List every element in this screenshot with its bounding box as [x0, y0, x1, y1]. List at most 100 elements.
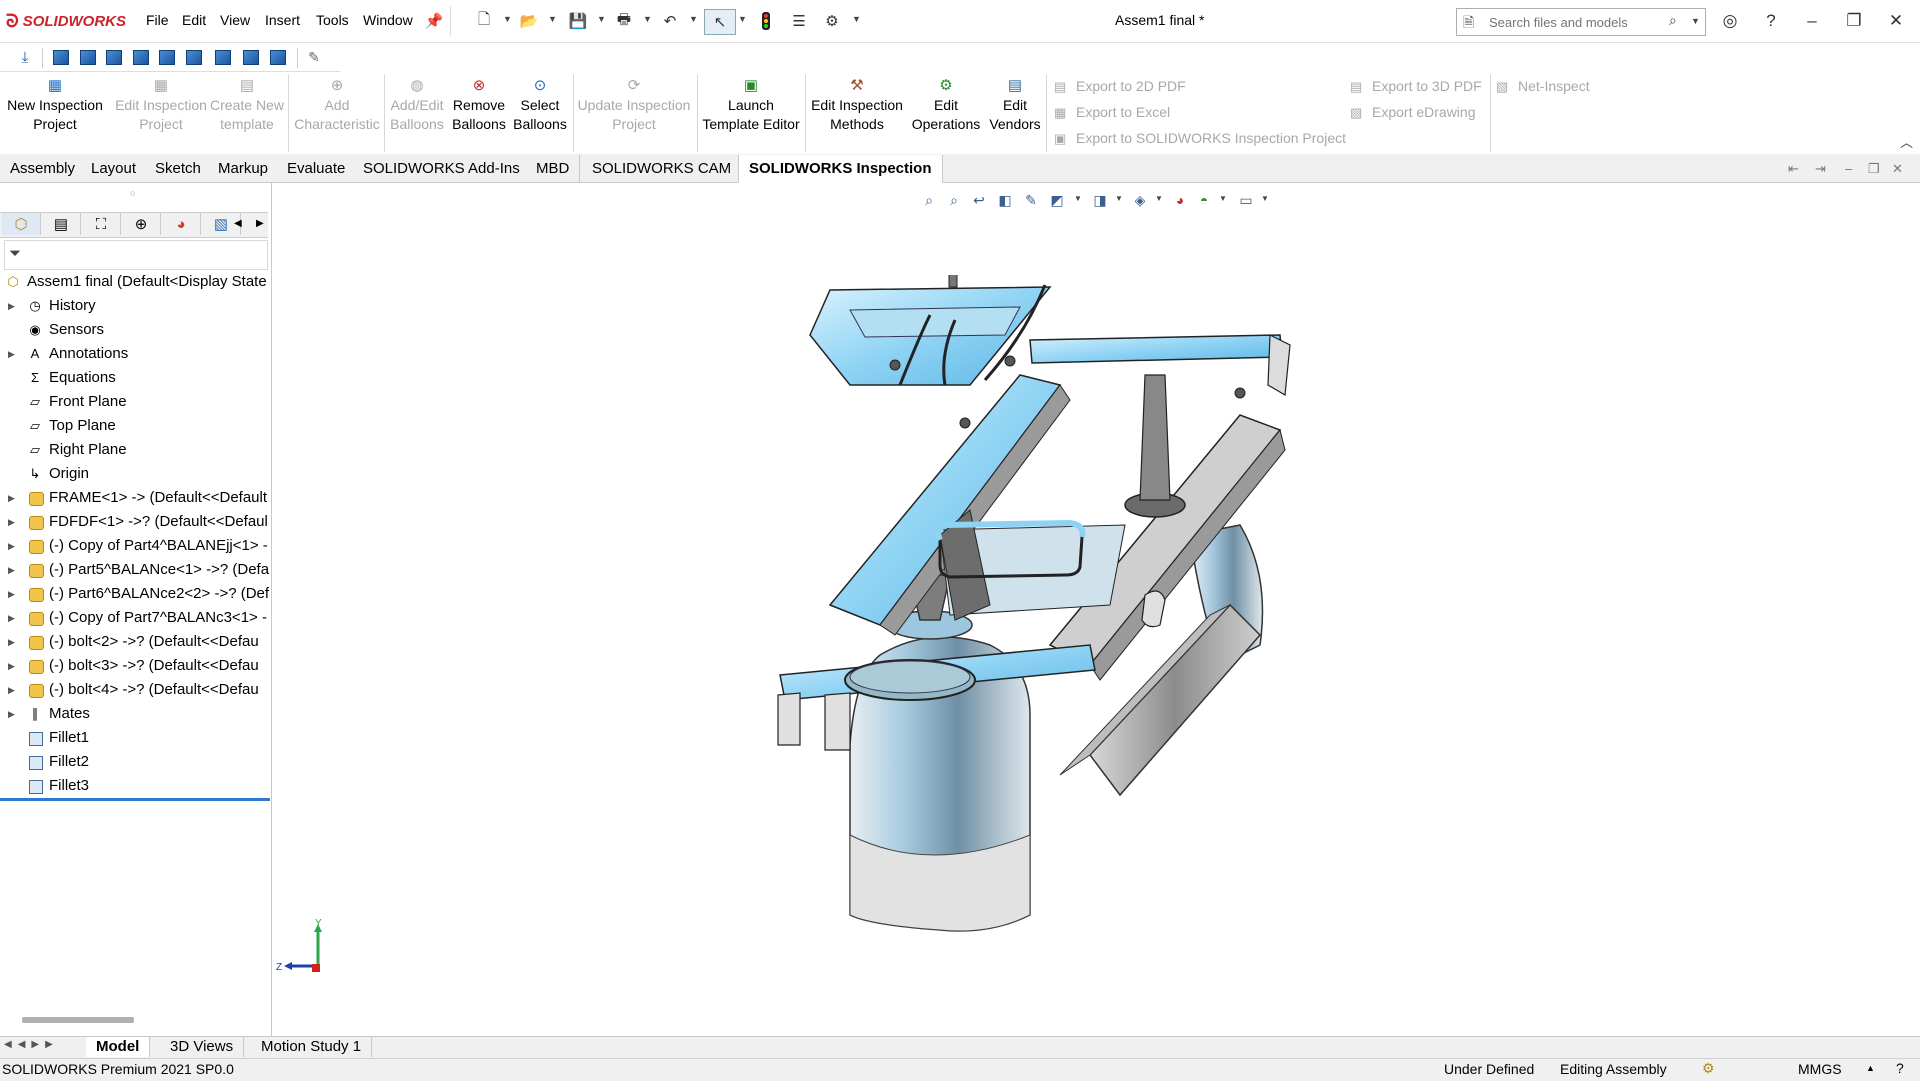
select-balloons-button[interactable]: ⊙ Select Balloons — [510, 78, 570, 134]
trimetric-view-icon[interactable] — [240, 46, 262, 68]
tree-item[interactable]: ▶ (-) Copy of Part7^BALANc3<1> - — [0, 606, 270, 630]
chevron-down-icon[interactable]: ▼ — [548, 14, 557, 24]
status-units[interactable]: MMGS — [1798, 1061, 1842, 1077]
tab-3d-views[interactable]: 3D Views — [160, 1037, 245, 1057]
property-manager-tab-icon[interactable]: ▤ — [42, 213, 81, 235]
tree-item[interactable]: ▶ A Annotations — [0, 342, 270, 366]
tree-item[interactable]: ▶ ∥ Mates — [0, 702, 270, 726]
tree-item[interactable]: ▶ FRAME<1> -> (Default<<Default — [0, 486, 270, 510]
chevron-down-icon[interactable]: ▼ — [1115, 194, 1123, 203]
menu-edit[interactable]: Edit — [182, 12, 206, 28]
minimize-icon[interactable]: – — [1794, 8, 1830, 34]
pin-icon[interactable]: 📌 — [422, 9, 446, 33]
zoom-to-area-icon[interactable]: ⌕ — [943, 190, 965, 210]
tree-item[interactable]: ▶ (-) bolt<3> ->? (Default<<Defau — [0, 654, 270, 678]
tree-item[interactable]: Fillet3 — [0, 774, 270, 798]
tree-item[interactable]: ↳ Origin — [0, 462, 270, 486]
tree-item[interactable]: ▱ Front Plane — [0, 390, 270, 414]
chevron-down-icon[interactable]: ▼ — [1074, 194, 1082, 203]
menu-window[interactable]: Window — [363, 12, 413, 28]
new-inspection-project-button[interactable]: ▦ New Inspection Project — [2, 78, 108, 134]
tree-root-assembly[interactable]: ⬡ Assem1 final (Default<Display State — [0, 270, 270, 294]
section-view-icon[interactable]: ◧ — [994, 190, 1016, 210]
viewport-close-icon[interactable]: ✕ — [1892, 161, 1903, 177]
rebuild-icon[interactable]: ⚙ — [1702, 1060, 1715, 1077]
view-forward-icon[interactable]: ⇥ — [1815, 161, 1826, 177]
chevron-down-icon[interactable]: ▼ — [503, 14, 512, 24]
display-style-icon[interactable]: ◨ — [1089, 190, 1111, 210]
configuration-manager-tab-icon[interactable]: ⛶ — [82, 213, 121, 235]
assembly-3d-model[interactable] — [770, 275, 1310, 935]
tree-item[interactable]: ▱ Top Plane — [0, 414, 270, 438]
customize-icon[interactable]: ? — [1896, 1060, 1904, 1076]
apply-scene-icon[interactable]: ◓ — [1193, 190, 1215, 210]
left-view-icon[interactable] — [103, 46, 125, 68]
expand-arrow-icon[interactable]: ▶ — [8, 702, 15, 726]
tree-item[interactable]: ▶ (-) Copy of Part4^BALANEjj<1> - — [0, 534, 270, 558]
viewport-restore-icon[interactable]: ❐ — [1868, 161, 1880, 177]
display-manager-tab-icon[interactable]: ◕ — [162, 213, 201, 235]
gear-icon[interactable]: ⚙ — [820, 9, 844, 33]
restore-window-icon[interactable]: ❐ — [1836, 8, 1872, 34]
scroll-right-icon[interactable]: ▶ — [256, 218, 264, 229]
export-2d-pdf-button[interactable]: ▤ Export to 2D PDF — [1054, 78, 1186, 95]
tab-mbd[interactable]: MBD — [526, 155, 581, 182]
tree-item[interactable]: Σ Equations — [0, 366, 270, 390]
edit-operations-button[interactable]: ⚙ Edit Operations — [906, 78, 986, 134]
isometric-view-icon[interactable] — [212, 46, 234, 68]
chevron-down-icon[interactable]: ▼ — [1155, 194, 1163, 203]
tree-item[interactable]: ◉ Sensors — [0, 318, 270, 342]
tree-item[interactable]: Fillet1 — [0, 726, 270, 750]
file-properties-icon[interactable]: ☰ — [787, 9, 811, 33]
new-document-icon[interactable]: 🗋 — [472, 9, 496, 33]
tree-item[interactable]: ▶ (-) Part6^BALANce2<2> ->? (Def — [0, 582, 270, 606]
menu-insert[interactable]: Insert — [265, 12, 300, 28]
select-cursor-icon[interactable]: ↖ — [704, 9, 736, 35]
expand-arrow-icon[interactable]: ▶ — [8, 294, 15, 318]
solidworks-logo[interactable]: ᘐ SOLIDWORKS — [6, 10, 126, 32]
tab-motion-study-1[interactable]: Motion Study 1 — [251, 1037, 373, 1057]
user-account-icon[interactable]: ◎ — [1712, 8, 1748, 34]
chevron-down-icon[interactable]: ▼ — [597, 14, 606, 24]
tab-solidworks-inspection[interactable]: SOLIDWORKS Inspection — [738, 155, 943, 183]
create-new-template-button[interactable]: ▤ Create New template — [208, 78, 286, 134]
chevron-down-icon[interactable]: ▼ — [643, 14, 652, 24]
dynamic-annotation-icon[interactable]: ✎ — [1020, 190, 1042, 210]
view-orientation-icon[interactable]: ◩ — [1046, 190, 1068, 210]
tree-item[interactable]: ▶ (-) bolt<2> ->? (Default<<Defau — [0, 630, 270, 654]
expand-arrow-icon[interactable]: ▶ — [8, 678, 15, 702]
export-3d-pdf-button[interactable]: ▤ Export to 3D PDF — [1350, 78, 1482, 95]
zoom-to-fit-icon[interactable]: ⌕ — [918, 190, 940, 210]
collapse-ribbon-icon[interactable]: ︿ — [1900, 132, 1913, 151]
chevron-down-icon[interactable]: ▼ — [1219, 194, 1227, 203]
bottom-view-icon[interactable] — [183, 46, 205, 68]
scroll-left-icon[interactable]: ◀ — [234, 218, 242, 229]
update-inspection-project-button[interactable]: ⟳ Update Inspection Project — [575, 78, 693, 134]
chevron-up-icon[interactable]: ▲ — [1866, 1063, 1875, 1073]
feature-manager-tab-icon[interactable]: ⬡ — [2, 213, 41, 235]
tree-item[interactable]: Fillet2 — [0, 750, 270, 774]
undo-icon[interactable]: ↶ — [658, 9, 682, 33]
expand-arrow-icon[interactable]: ▶ — [8, 558, 15, 582]
search-icon[interactable]: ⌕ — [1669, 12, 1677, 29]
tree-item[interactable]: ▱ Right Plane — [0, 438, 270, 462]
print-icon[interactable]: 🖶 — [612, 9, 636, 33]
add-characteristic-button[interactable]: ⊕ Add Characteristic — [292, 78, 382, 134]
expand-arrow-icon[interactable]: ▶ — [8, 654, 15, 678]
close-icon[interactable]: ✕ — [1878, 8, 1914, 34]
top-view-icon[interactable] — [156, 46, 178, 68]
chevron-down-icon[interactable]: ▼ — [1691, 16, 1700, 26]
view-back-icon[interactable]: ⇤ — [1788, 161, 1799, 177]
expand-arrow-icon[interactable]: ▶ — [8, 534, 15, 558]
hide-show-items-icon[interactable]: ◈ — [1129, 190, 1151, 210]
back-view-icon[interactable] — [77, 46, 99, 68]
expand-arrow-icon[interactable]: ▶ — [8, 630, 15, 654]
tree-filter[interactable]: ⏷ — [4, 240, 268, 270]
open-folder-icon[interactable]: 📂 — [517, 9, 541, 33]
viewport-minimize-icon[interactable]: – — [1845, 161, 1852, 176]
horizontal-scrollbar[interactable] — [22, 1017, 134, 1023]
edit-vendors-button[interactable]: ▤ Edit Vendors — [985, 78, 1045, 134]
chevron-down-icon[interactable]: ▼ — [852, 14, 861, 24]
net-inspect-button[interactable]: ▧ Net-Inspect — [1496, 78, 1590, 95]
tree-item[interactable]: ▶ (-) bolt<4> ->? (Default<<Defau — [0, 678, 270, 702]
